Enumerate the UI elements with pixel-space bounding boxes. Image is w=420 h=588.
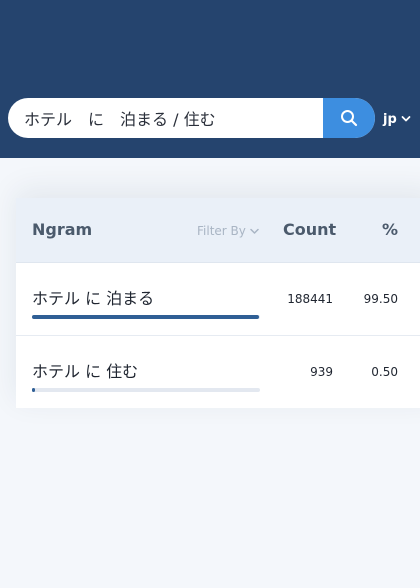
percent-value: 0.50	[371, 365, 398, 379]
results-table: Ngram Filter By Count % ホテル に 泊まる 188441…	[16, 198, 420, 408]
share-bar	[32, 388, 260, 392]
search-button[interactable]	[323, 98, 375, 138]
search-bar	[8, 98, 375, 138]
table-row[interactable]: ホテル に 住む 939 0.50	[16, 336, 420, 408]
count-value: 188441	[287, 292, 333, 306]
search-icon	[341, 110, 358, 127]
table-row[interactable]: ホテル に 泊まる 188441 99.50	[16, 263, 420, 336]
app-header: jp	[0, 0, 420, 158]
filter-by-label: Filter By	[197, 224, 246, 238]
chevron-down-icon	[401, 116, 411, 122]
chevron-down-icon	[250, 228, 259, 234]
ngram-text: ホテル に 泊まる	[32, 289, 155, 308]
language-selector[interactable]: jp	[383, 110, 411, 128]
column-header-percent[interactable]: %	[382, 220, 398, 239]
count-value: 939	[310, 365, 333, 379]
filter-by-dropdown[interactable]: Filter By	[197, 224, 259, 238]
column-header-count[interactable]: Count	[283, 220, 336, 239]
share-bar	[32, 315, 260, 319]
ngram-text: ホテル に 住む	[32, 362, 139, 381]
percent-value: 99.50	[363, 292, 398, 306]
table-header: Ngram Filter By Count %	[16, 198, 420, 263]
share-bar-fill	[32, 315, 259, 319]
share-bar-fill	[32, 388, 36, 392]
language-label: jp	[383, 111, 397, 127]
search-input[interactable]	[8, 98, 323, 138]
column-header-ngram: Ngram	[32, 220, 93, 239]
